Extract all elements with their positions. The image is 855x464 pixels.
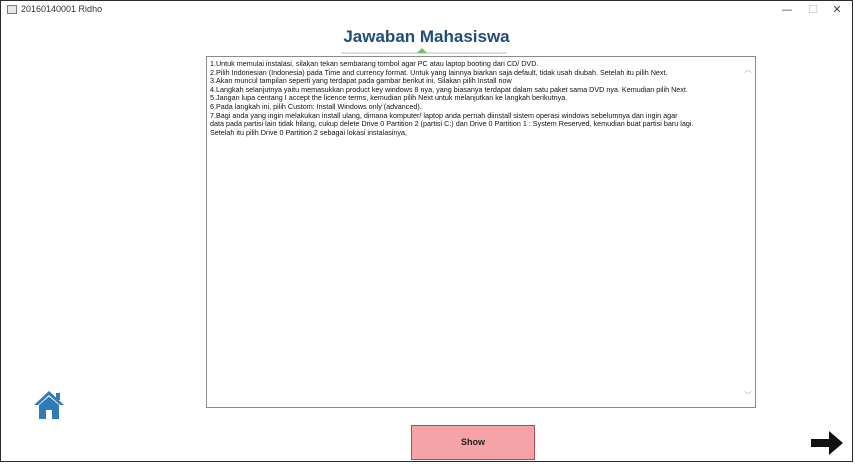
title-marker-icon xyxy=(417,48,427,53)
chevron-up-icon[interactable]: ︿ xyxy=(743,65,753,75)
chevron-down-icon[interactable]: ﹀ xyxy=(743,391,753,401)
close-button[interactable]: ✕ xyxy=(824,1,850,19)
answer-line: 6.Pada langkah ini, pilih Custom: Instal… xyxy=(210,102,422,111)
answer-line: Setelah itu pilih Drive 0 Partition 2 se… xyxy=(210,128,407,137)
answer-line: 4.Langkah selanjutnya yaitu memasukkan p… xyxy=(210,85,688,94)
answer-line: 5.Jangan lupa centang I accept the licen… xyxy=(210,94,568,103)
show-button[interactable]: Show xyxy=(411,425,535,460)
answer-line: 2.Pilih Indonesian (Indonesia) pada Time… xyxy=(210,68,668,77)
app-window: 20160140001 Ridho — ☐ ✕ Jawaban Mahasisw… xyxy=(0,0,853,462)
answer-textarea[interactable]: 1.Untuk memulai instalasi, silakan tekan… xyxy=(206,56,756,408)
answer-line: data pada partisi lain tidak hilang, cuk… xyxy=(210,120,694,129)
home-icon[interactable] xyxy=(33,390,65,420)
title-bar: 20160140001 Ridho — ☐ ✕ xyxy=(1,1,852,19)
maximize-button[interactable]: ☐ xyxy=(800,1,826,19)
page-title: Jawaban Mahasiswa xyxy=(343,27,510,46)
answer-text: 1.Untuk memulai instalasi, silakan tekan… xyxy=(210,60,739,137)
answer-line: 3.Akan muncul tampilan seperti yang terd… xyxy=(210,77,512,86)
window-title: 20160140001 Ridho xyxy=(21,4,103,14)
answer-line: 7.Bagi anda yang ingin melakukan install… xyxy=(210,111,678,120)
minimize-button[interactable]: — xyxy=(774,1,800,19)
arrow-right-icon[interactable] xyxy=(809,429,845,457)
app-icon xyxy=(7,5,17,14)
answer-line: 1.Untuk memulai instalasi, silakan tekan… xyxy=(210,60,539,68)
